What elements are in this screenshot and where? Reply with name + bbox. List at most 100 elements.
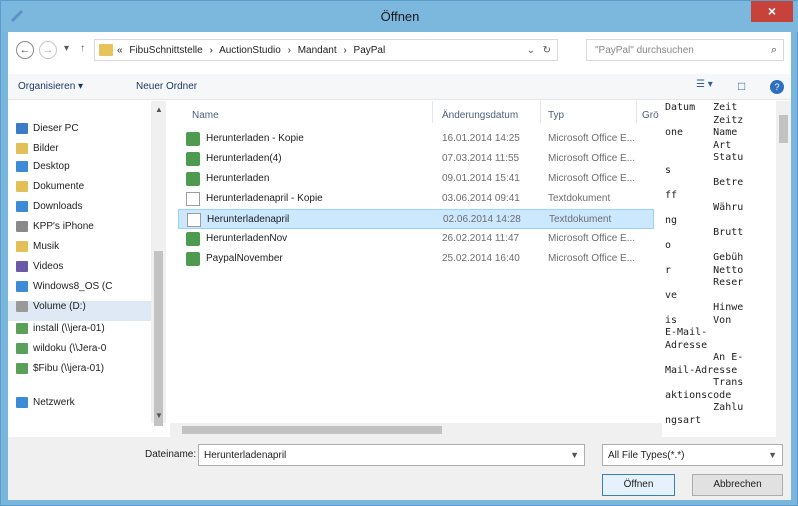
filetype-value[interactable]: All File Types(*.*) xyxy=(608,450,685,461)
column-divider[interactable] xyxy=(636,101,637,123)
address-bar[interactable]: « FibuSchnittstelle › AuctionStudio › Ma… xyxy=(94,39,558,61)
column-divider[interactable] xyxy=(540,101,541,123)
preview-text-line: ng xyxy=(665,214,678,226)
sidebar-item[interactable]: Dieser PC xyxy=(16,123,79,143)
column-divider[interactable] xyxy=(432,101,433,123)
preview-pane-icon[interactable]: □ xyxy=(738,79,745,93)
help-icon[interactable]: ? xyxy=(770,80,784,94)
sidebar-item[interactable]: $Fibu (\\jera-01) xyxy=(16,363,104,383)
scroll-down-icon[interactable]: ▼ xyxy=(155,411,163,420)
preview-text-line: E-Mail- xyxy=(665,327,708,338)
breadcrumb-separator: › xyxy=(343,45,347,56)
scroll-up-icon[interactable]: ▲ xyxy=(155,105,163,114)
folder-icon xyxy=(99,44,113,56)
navigation-bar: ← → ▾ ↑ « FibuSchnittstelle › AuctionStu… xyxy=(8,32,791,67)
preview-text-line: Statu xyxy=(665,152,744,163)
sidebar-item[interactable]: Desktop xyxy=(16,161,70,181)
forward-icon[interactable]: → xyxy=(39,41,57,59)
horizontal-scroll-thumb[interactable] xyxy=(182,426,442,434)
excel-file-icon xyxy=(186,252,200,266)
file-date: 07.03.2014 11:55 xyxy=(442,153,520,164)
sidebar-item[interactable]: Videos xyxy=(16,261,63,281)
sidebar-item[interactable]: Volume (D:) xyxy=(8,301,151,321)
file-list: Name Änderungsdatum Typ Grö Herunterlade… xyxy=(170,101,660,423)
chevron-down-icon[interactable]: ▼ xyxy=(768,450,777,460)
refresh-icon[interactable]: ↻ xyxy=(543,45,551,56)
column-name[interactable]: Name xyxy=(192,110,219,121)
sidebar-item[interactable]: Dokumente xyxy=(16,181,84,201)
breadcrumb-separator: › xyxy=(209,45,213,56)
breadcrumb: « FibuSchnittstelle › AuctionStudio › Ma… xyxy=(117,45,389,56)
network-icon xyxy=(16,397,28,408)
preview-pane: Datum Zeit Zeitz one Name Art Statu s Betr… xyxy=(663,101,791,437)
column-type[interactable]: Typ xyxy=(548,110,564,121)
file-row[interactable]: Herunterladen - Kopie 16.01.2014 14:25 Mic… xyxy=(178,129,654,149)
breadcrumb-overflow[interactable]: « xyxy=(117,45,123,56)
file-row[interactable]: Herunterladenapril 02.06.2014 14:28 Textdo… xyxy=(178,209,654,229)
search-box[interactable]: "PayPal" durchsuchen ⌕ xyxy=(586,39,784,61)
sidebar-item-label: Netzwerk xyxy=(33,397,75,409)
horizontal-scrollbar[interactable] xyxy=(170,423,662,437)
preview-text-line: Datum Zeit xyxy=(665,102,738,113)
file-date: 02.06.2014 14:28 xyxy=(443,214,521,225)
window-title: Öffnen xyxy=(380,9,420,24)
preview-text-line: is Von xyxy=(665,314,732,326)
preview-text-line: s xyxy=(665,164,672,176)
search-icon[interactable]: ⌕ xyxy=(771,44,777,57)
column-date[interactable]: Änderungsdatum xyxy=(442,110,518,121)
back-icon[interactable]: ← xyxy=(16,41,34,59)
preview-text-line: Mail-Adresse xyxy=(665,364,738,376)
sidebar-item-label: Dieser PC xyxy=(33,123,79,135)
filename-label: Dateiname: xyxy=(145,449,197,460)
sidebar-item-label: Bilder xyxy=(33,143,59,155)
file-row[interactable]: HerunterladenNov 26.02.2014 11:47 Microsof… xyxy=(178,229,654,249)
search-input[interactable]: "PayPal" durchsuchen xyxy=(595,45,694,56)
file-type: Textdokument xyxy=(549,214,612,225)
file-date: 09.01.2014 15:41 xyxy=(442,173,520,184)
up-icon[interactable]: ↑ xyxy=(80,43,85,54)
sidebar-item[interactable]: Windows8_OS (C xyxy=(16,281,112,301)
preview-scroll-thumb[interactable] xyxy=(779,115,788,143)
filename-value[interactable]: Herunterladenapril xyxy=(204,450,286,461)
recent-locations-icon[interactable]: ▾ xyxy=(64,43,69,54)
close-button[interactable]: × xyxy=(751,1,793,22)
file-row[interactable]: Herunterladen 09.01.2014 15:41 Microsoft O… xyxy=(178,169,654,189)
filetype-select[interactable]: All File Types(*.*) ▼ xyxy=(602,444,783,466)
cancel-button[interactable]: Abbrechen xyxy=(692,474,783,496)
sidebar-item-label: Dokumente xyxy=(33,181,85,193)
breadcrumb-item[interactable]: PayPal xyxy=(354,45,386,56)
preview-scrollbar[interactable] xyxy=(776,101,791,437)
breadcrumb-item[interactable]: Mandant xyxy=(298,45,337,56)
file-type: Microsoft Office E... xyxy=(548,173,636,184)
sidebar-item[interactable]: Netzwerk xyxy=(16,397,75,417)
view-options-icon[interactable]: ☰ ▾ xyxy=(696,79,713,90)
open-button[interactable]: Öffnen xyxy=(602,474,675,496)
sidebar-item[interactable]: install (\\jera-01) xyxy=(16,323,105,343)
preview-text-line: Hinwe xyxy=(665,302,744,313)
file-date: 03.06.2014 09:41 xyxy=(442,193,520,204)
file-row[interactable]: Herunterladenapril - Kopie 03.06.2014 09:… xyxy=(178,189,654,209)
breadcrumb-item[interactable]: AuctionStudio xyxy=(219,45,281,56)
breadcrumb-separator: › xyxy=(287,45,291,56)
column-size[interactable]: Grö xyxy=(642,110,659,121)
navigation-scroll-thumb[interactable] xyxy=(154,251,163,426)
sidebar-item[interactable]: Musik xyxy=(16,241,59,261)
sidebar-item[interactable]: wildoku (\\Jera-0 xyxy=(16,343,106,363)
title-bar[interactable]: Öffnen × xyxy=(1,1,798,32)
preview-text-line: Art xyxy=(665,139,732,151)
address-dropdown-icon[interactable]: ⌄ xyxy=(527,45,535,56)
music-icon xyxy=(16,241,28,252)
sidebar-item[interactable]: Bilder xyxy=(16,143,59,163)
sidebar-item[interactable]: KPP's iPhone xyxy=(16,221,94,241)
organize-button[interactable]: Organisieren ▾ xyxy=(18,81,83,92)
chevron-down-icon[interactable]: ▼ xyxy=(570,450,579,460)
sidebar-item[interactable]: Downloads xyxy=(16,201,82,221)
file-row[interactable]: Herunterladen(4) 07.03.2014 11:55 Microsof… xyxy=(178,149,654,169)
preview-text-line: Reser xyxy=(665,277,744,288)
sidebar-item-label: KPP's iPhone xyxy=(33,221,94,233)
file-row[interactable]: PaypalNovember 25.02.2014 16:40 Microsoft … xyxy=(178,249,654,269)
new-folder-button[interactable]: Neuer Ordner xyxy=(136,81,197,92)
phone-icon xyxy=(16,221,28,232)
breadcrumb-item[interactable]: FibuSchnittstelle xyxy=(129,45,202,56)
filename-field[interactable]: Herunterladenapril ▼ xyxy=(198,444,585,466)
